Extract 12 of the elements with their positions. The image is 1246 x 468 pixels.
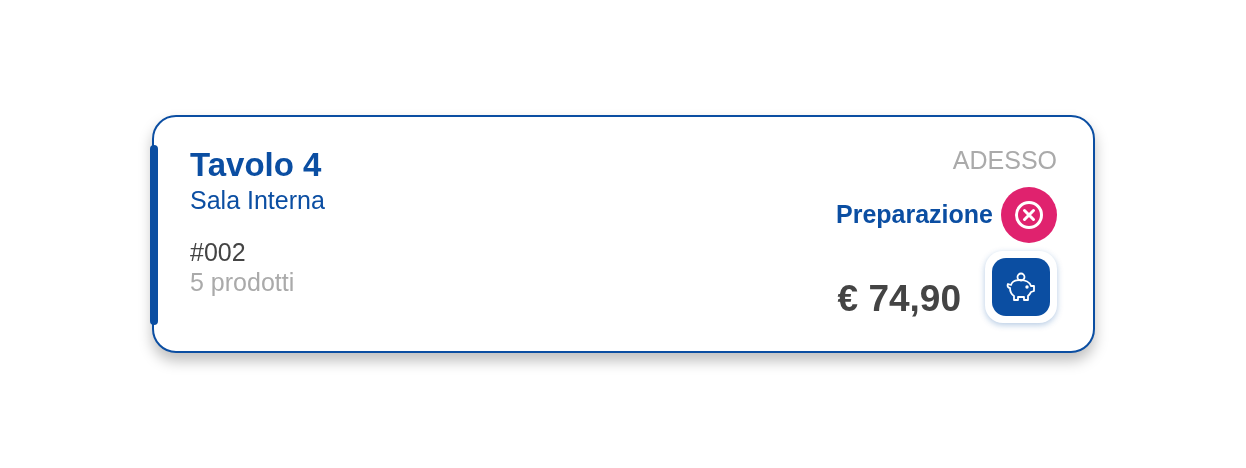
- close-icon: [1014, 200, 1044, 230]
- status-label: Preparazione: [836, 199, 993, 231]
- order-card[interactable]: Tavolo 4 Sala Interna #002 5 prodotti ADESSO Preparazione € 74,90: [152, 115, 1095, 353]
- product-count: 5 prodotti: [190, 267, 296, 297]
- room-name: Sala Interna: [190, 185, 325, 215]
- cancel-button[interactable]: [1001, 187, 1057, 243]
- payment-button[interactable]: [985, 251, 1057, 323]
- total-price: € 74,90: [837, 277, 961, 321]
- table-name: Tavolo 4: [190, 145, 323, 185]
- order-number: #002: [190, 237, 247, 267]
- piggy-bank-icon: [1005, 272, 1037, 302]
- time-label: ADESSO: [952, 145, 1057, 175]
